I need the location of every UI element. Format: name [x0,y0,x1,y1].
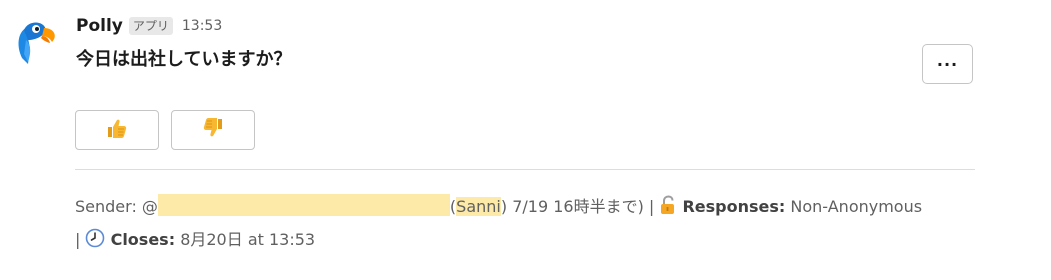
thumbs-down-button[interactable] [171,110,255,150]
responses-value: Non-Anonymous [790,197,923,216]
polly-avatar-icon[interactable] [14,18,58,66]
thumbs-up-icon [106,117,128,143]
poll-context: Sender: @ (Sanni) 7/19 16時半まで) | Response… [75,192,975,258]
sender-label: Sender: @ [75,197,158,216]
clock-icon [85,228,105,258]
closes-label: Closes: [110,230,176,249]
closes-value: 8月20日 at 13:53 [180,230,316,249]
responses-label: Responses: [682,197,786,216]
app-badge: アプリ [128,17,173,35]
thumbs-up-button[interactable] [75,110,159,150]
divider [75,169,975,170]
unlock-icon [659,195,677,225]
mention-highlight[interactable]: Sanni [456,197,501,216]
separator: | [75,230,81,249]
more-actions-button[interactable]: ··· [922,44,973,84]
status-suffix: ) 7/19 16時半まで) | [500,197,655,216]
timestamp[interactable]: 13:53 [182,18,222,34]
thumbs-down-icon [202,117,224,143]
redacted-mention[interactable] [157,194,450,216]
poll-question: 今日は出社していますか？ [76,49,292,70]
message-header: Polly アプリ 13:53 [76,14,222,38]
poll-message: Polly アプリ 13:53 今日は出社していますか？ ··· Sender:… [0,0,1051,280]
sender-name[interactable]: Polly [76,16,123,36]
more-actions-label: ··· [936,54,959,74]
